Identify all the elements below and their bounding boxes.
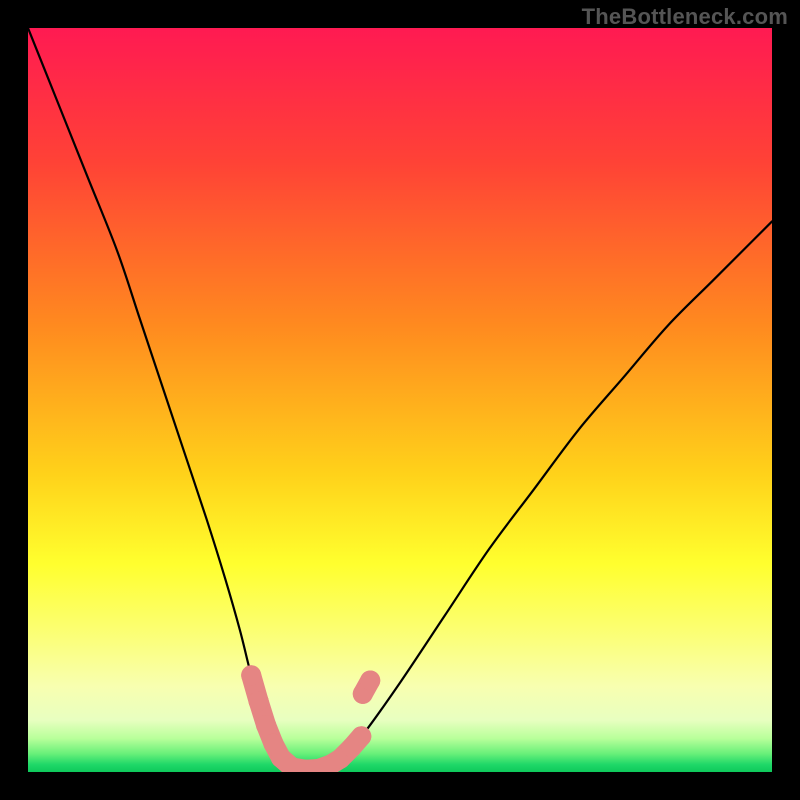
gradient-background bbox=[28, 28, 772, 772]
marker-dot bbox=[351, 726, 371, 746]
plot-area bbox=[28, 28, 772, 772]
marker-dot bbox=[241, 665, 261, 685]
marker-dot bbox=[249, 691, 269, 711]
marker-dot bbox=[360, 670, 380, 690]
chart-frame: TheBottleneck.com bbox=[0, 0, 800, 800]
watermark-text: TheBottleneck.com bbox=[582, 4, 788, 30]
bottleneck-chart bbox=[28, 28, 772, 772]
marker-dot bbox=[256, 715, 276, 735]
